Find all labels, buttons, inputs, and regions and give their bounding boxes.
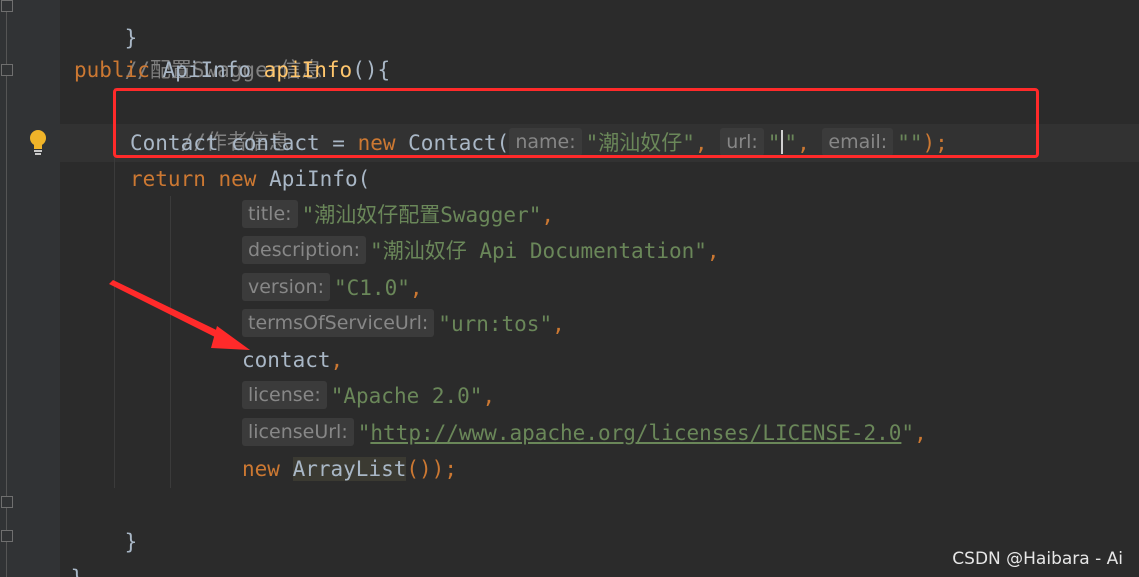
fold-marker-icon[interactable] xyxy=(1,496,13,508)
string-quote: " xyxy=(901,421,915,445)
keyword: public xyxy=(74,58,150,82)
fold-marker-icon[interactable] xyxy=(1,64,13,76)
lightbulb-icon[interactable] xyxy=(28,129,48,155)
class-name-highlight: ArrayList xyxy=(292,457,407,481)
param-hint-title: title: xyxy=(242,200,298,228)
comma: , xyxy=(541,203,555,227)
string-literal: "C1.0" xyxy=(334,276,410,300)
code-line-12: licenseUrl: "http://www.apache.org/licens… xyxy=(242,415,927,451)
code-line-8: version: "C1.0", xyxy=(242,270,423,306)
comma: , xyxy=(914,421,927,445)
string-literal: "潮汕奴仔 Api Documentation" xyxy=(370,239,707,263)
comma: , xyxy=(409,276,423,300)
string-literal: "潮汕奴仔配置Swagger" xyxy=(301,203,542,227)
code-line-1: //配置Swagger信息 xyxy=(74,16,323,82)
code-line-11: license: "Apache 2.0", xyxy=(242,378,495,414)
code-line-9: termsOfServiceUrl: "urn:tos", xyxy=(242,306,565,342)
editor-gutter xyxy=(0,0,60,577)
code-line-6: title: "潮汕奴仔配置Swagger", xyxy=(242,197,554,233)
keyword: new xyxy=(218,167,257,191)
punctuation: ()); xyxy=(406,457,457,481)
red-arrow-annotation xyxy=(109,280,250,350)
param-hint-description: description: xyxy=(242,236,367,264)
string-quote: " xyxy=(357,421,371,445)
param-hint-license-url: licenseUrl: xyxy=(242,418,354,446)
code-line-7: description: "潮汕奴仔 Api Documentation", xyxy=(242,233,720,269)
code-line-15: } xyxy=(60,524,84,577)
comma: , xyxy=(482,384,496,408)
fold-guide-line xyxy=(6,0,7,577)
code-line-13: new ArrayList()); xyxy=(242,451,457,487)
fold-marker-icon[interactable] xyxy=(1,0,13,12)
type-name: ApiInfo xyxy=(162,58,252,82)
param-hint-terms: termsOfServiceUrl: xyxy=(242,309,435,337)
comma: , xyxy=(330,348,344,372)
comma: , xyxy=(552,312,565,336)
string-literal: "Apache 2.0" xyxy=(330,384,483,408)
fold-marker-icon[interactable] xyxy=(1,530,13,542)
code-line-5: return new ApiInfo( xyxy=(130,161,370,197)
keyword: return xyxy=(130,167,206,191)
comma: , xyxy=(706,239,720,263)
method-name: apiInfo xyxy=(263,58,353,82)
code-line-2: public ApiInfo apiInfo(){ xyxy=(74,52,390,88)
brace: } xyxy=(124,530,138,554)
brace: } xyxy=(71,566,84,577)
keyword: new xyxy=(242,457,280,481)
url-link[interactable]: http://www.apache.org/licenses/LICENSE-2… xyxy=(370,421,901,445)
param-hint-license: license: xyxy=(242,381,327,409)
code-line-14: } xyxy=(74,488,138,554)
constructor-call: ApiInfo( xyxy=(256,167,371,191)
string-literal: "urn:tos" xyxy=(438,312,553,336)
punctuation: (){ xyxy=(352,58,391,82)
annotation-highlight-box xyxy=(113,88,1039,158)
watermark: CSDN @Haibara - Ai xyxy=(952,549,1123,569)
